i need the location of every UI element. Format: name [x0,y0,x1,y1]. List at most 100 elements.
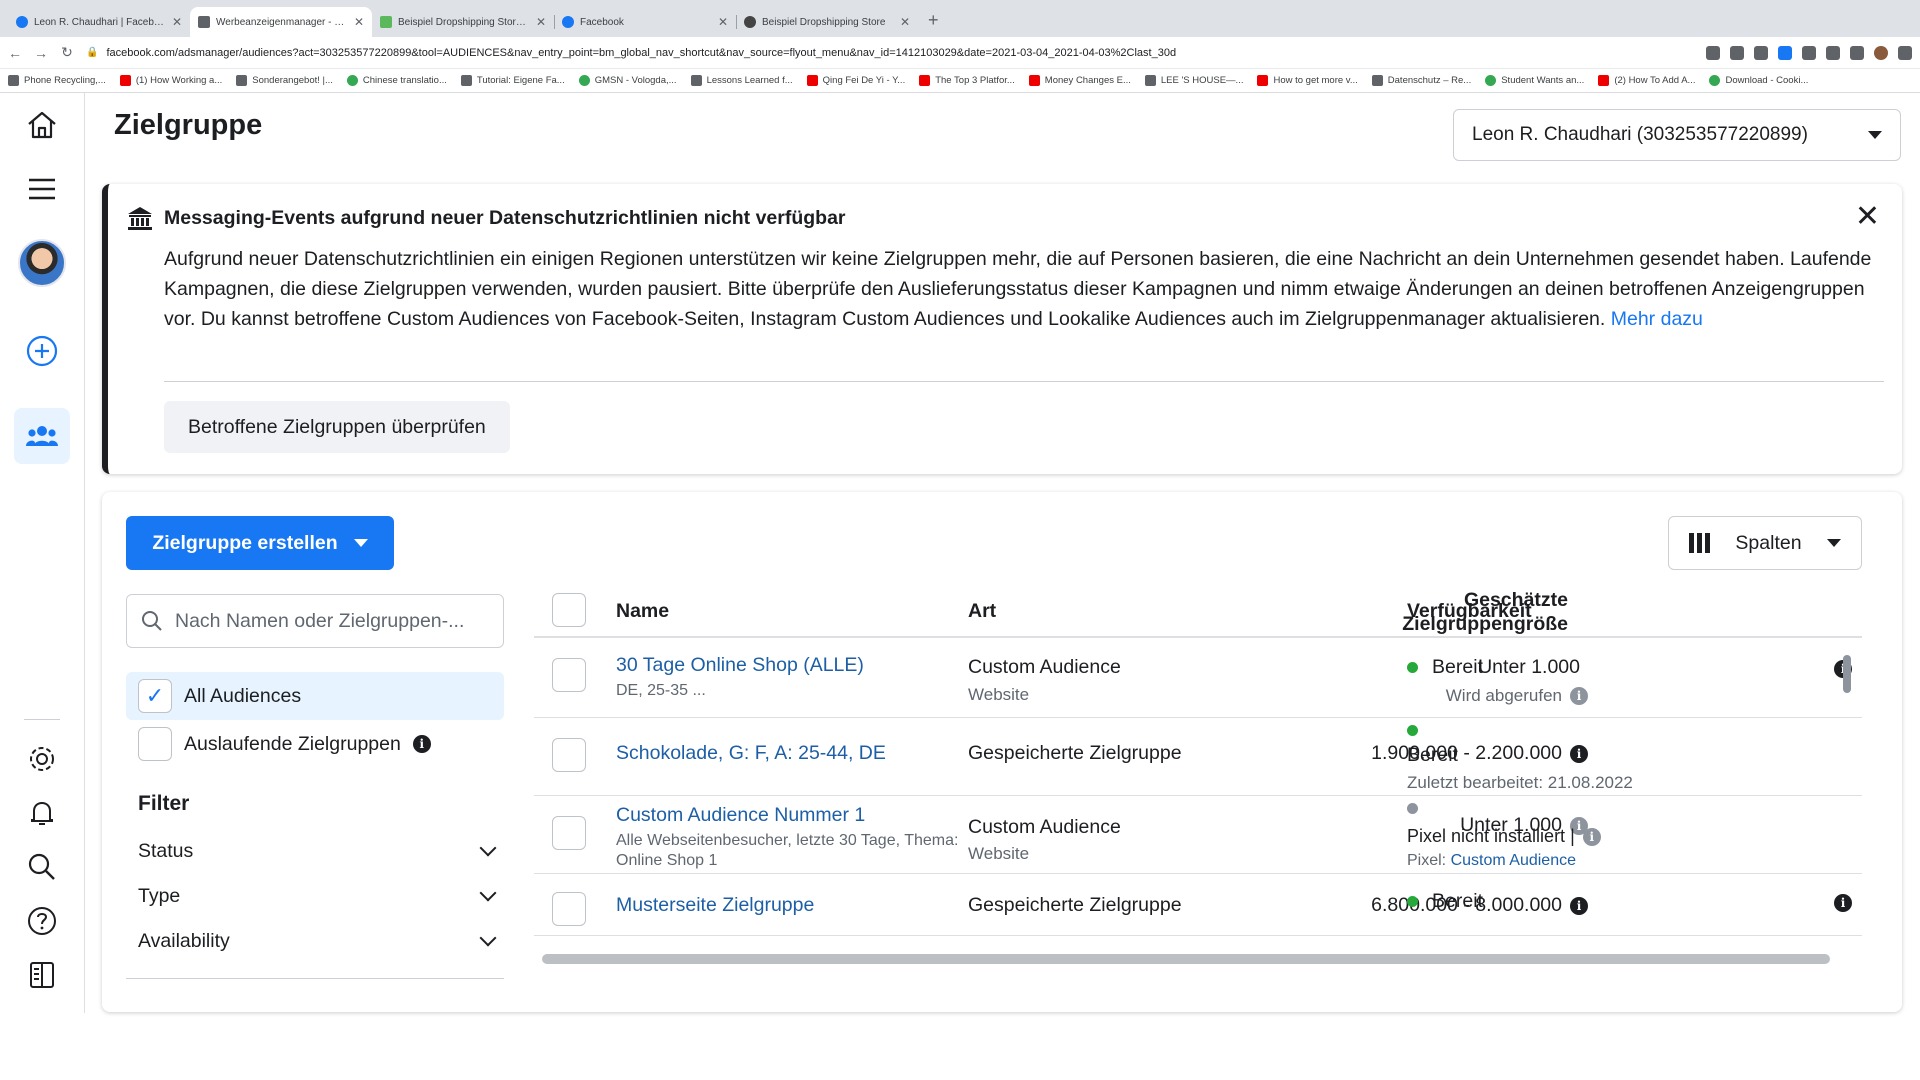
info-icon[interactable]: i [1570,687,1588,705]
forward-icon[interactable]: → [34,45,48,61]
bookmark[interactable]: Phone Recycling,... [8,75,106,86]
checkbox[interactable] [138,727,172,761]
audience-size: Unter 1.000 [1478,656,1580,678]
bookmark[interactable]: Chinese translatio... [346,75,447,86]
close-tab-icon[interactable]: ✕ [718,15,728,29]
header-type[interactable]: Art [968,600,996,623]
filter-status[interactable]: Status [138,836,497,866]
new-tab-button[interactable]: + [918,10,949,37]
help-button[interactable] [14,893,70,949]
settings-button[interactable] [14,731,70,787]
bookmark-icon [1485,75,1497,86]
audience-name-link[interactable]: Schokolade, G: F, A: 25-44, DE [616,742,886,765]
bookmark[interactable]: Tutorial: Eigene Fa... [460,75,565,86]
info-icon[interactable]: i [1834,894,1852,912]
home-button[interactable] [14,97,70,153]
audience-name-link[interactable]: Custom Audience Nummer 1 [616,804,865,827]
bookmark[interactable]: Lessons Learned f... [690,75,793,86]
checkbox-checked[interactable]: ✓ [138,679,172,713]
vertical-scrollbar[interactable] [1843,655,1851,693]
audience-type: Gespeicherte Zielgruppe [968,894,1182,916]
row-checkbox[interactable] [552,738,586,772]
more-menu-icon[interactable] [1898,45,1912,60]
bookmark[interactable]: The Top 3 Platfor... [919,75,1015,86]
search-button[interactable] [14,839,70,895]
profile-avatar-icon[interactable] [1874,45,1888,60]
audience-name-link[interactable]: 30 Tage Online Shop (ALLE) [616,654,864,677]
learn-more-link[interactable]: Mehr dazu [1611,308,1703,330]
bookmark[interactable]: Money Changes E... [1028,75,1131,86]
table-row[interactable]: 30 Tage Online Shop (ALLE) DE, 25-35 ...… [534,640,1862,718]
filter-availability[interactable]: Availability [138,926,497,956]
bookmark[interactable]: Student Wants an... [1485,75,1584,86]
hamburger-menu-icon [29,178,55,200]
bookmark[interactable]: (2) How To Add A... [1598,75,1695,86]
row-checkbox[interactable] [552,658,586,692]
close-tab-icon[interactable]: ✕ [172,15,182,29]
all-audiences-option[interactable]: ✓ All Audiences [126,672,504,720]
close-tab-icon[interactable]: ✕ [900,15,910,29]
browser-tab[interactable]: Facebook ✕ [554,7,736,37]
bookmark-icon [690,75,702,86]
bookmark[interactable]: Sonderangebot! |... [236,75,333,86]
account-avatar-button[interactable] [14,235,70,291]
banner-body: Aufgrund neuer Datenschutzrichtlinien ei… [164,248,1872,330]
ad-account-selector[interactable]: Leon R. Chaudhari (303253577220899) [1453,109,1901,161]
bookmark[interactable]: LEE 'S HOUSE—... [1144,75,1243,86]
pixel-custom-audience-link[interactable]: Custom Audience [1451,852,1576,869]
sidepanel-icon[interactable] [1850,45,1864,60]
browser-tab[interactable]: Leon R. Chaudhari | Facebook ✕ [8,7,190,37]
youtube-icon [1598,75,1610,86]
table-row[interactable]: Musterseite Zielgruppe Gespeicherte Ziel… [534,874,1862,936]
facebook-extension-icon[interactable] [1778,45,1792,60]
info-icon[interactable]: i [1570,744,1588,763]
filter-type[interactable]: Type [138,881,497,911]
browser-tab[interactable]: Beispiel Dropshipping Store - F ✕ [372,7,554,37]
panel-toggle-button[interactable] [14,947,70,1003]
audience-type: Custom Audience [968,656,1121,678]
playlist-icon[interactable] [1826,45,1840,60]
review-affected-audiences-button[interactable]: Betroffene Zielgruppen überprüfen [164,401,510,453]
notifications-button[interactable] [14,785,70,841]
reload-icon[interactable]: ↻ [60,44,74,61]
bookmark[interactable]: Download - Cooki... [1709,75,1808,86]
bookmark[interactable]: (1) How Working a... [119,75,222,86]
audience-name-link[interactable]: Musterseite Zielgruppe [616,894,814,917]
menu-button[interactable] [14,161,70,217]
bookmark[interactable]: Datenschutz – Re... [1371,75,1471,86]
close-tab-icon[interactable]: ✕ [536,15,546,29]
row-checkbox[interactable] [552,816,586,850]
expiring-audiences-option[interactable]: Auslaufende Zielgruppen i [126,720,504,768]
url-field[interactable]: 🔒 facebook.com/adsmanager/audiences?act=… [86,41,1694,65]
close-tab-icon[interactable]: ✕ [354,15,364,29]
privacy-notice-banner: Messaging-Events aufgrund neuer Datensch… [102,184,1902,474]
browser-tab-active[interactable]: Werbeanzeigenmanager - Ziel ✕ [190,7,372,37]
bookmark[interactable]: Qing Fei De Yi - Y... [806,75,905,86]
info-icon[interactable]: i [412,735,431,753]
create-button[interactable] [14,323,70,379]
zoom-icon[interactable] [1706,45,1720,60]
select-all-checkbox[interactable] [552,593,586,627]
browser-tab[interactable]: Beispiel Dropshipping Store ✕ [736,7,918,37]
table-row[interactable]: Schokolade, G: F, A: 25-44, DE Gespeiche… [534,718,1862,796]
audiences-nav-button[interactable] [14,408,70,464]
star-icon[interactable] [1754,45,1768,60]
bookmark-icon [8,75,19,86]
bookmark[interactable]: GMSN - Vologda,... [578,75,677,86]
row-checkbox[interactable] [552,892,586,926]
puzzle-icon[interactable] [1802,45,1816,60]
header-availability[interactable]: Verfügbarkeit [1407,600,1532,623]
close-icon[interactable]: ✕ [1855,202,1880,232]
table-row[interactable]: Custom Audience Nummer 1 Alle Webseitenb… [534,796,1862,874]
horizontal-scrollbar[interactable] [542,954,1830,964]
search-input[interactable]: Nach Namen oder Zielgruppen-... [126,594,504,648]
info-icon[interactable]: i [1570,896,1588,915]
bookmark[interactable]: How to get more v... [1257,75,1358,86]
info-icon[interactable]: i [1582,827,1601,846]
header-name[interactable]: Name [616,600,669,623]
browser-tab-bar: Leon R. Chaudhari | Facebook ✕ Werbeanze… [0,0,1920,37]
back-icon[interactable]: ← [8,45,22,61]
columns-button[interactable]: Spalten [1668,516,1862,570]
create-audience-button[interactable]: Zielgruppe erstellen [126,516,394,570]
share-icon[interactable] [1730,45,1744,60]
